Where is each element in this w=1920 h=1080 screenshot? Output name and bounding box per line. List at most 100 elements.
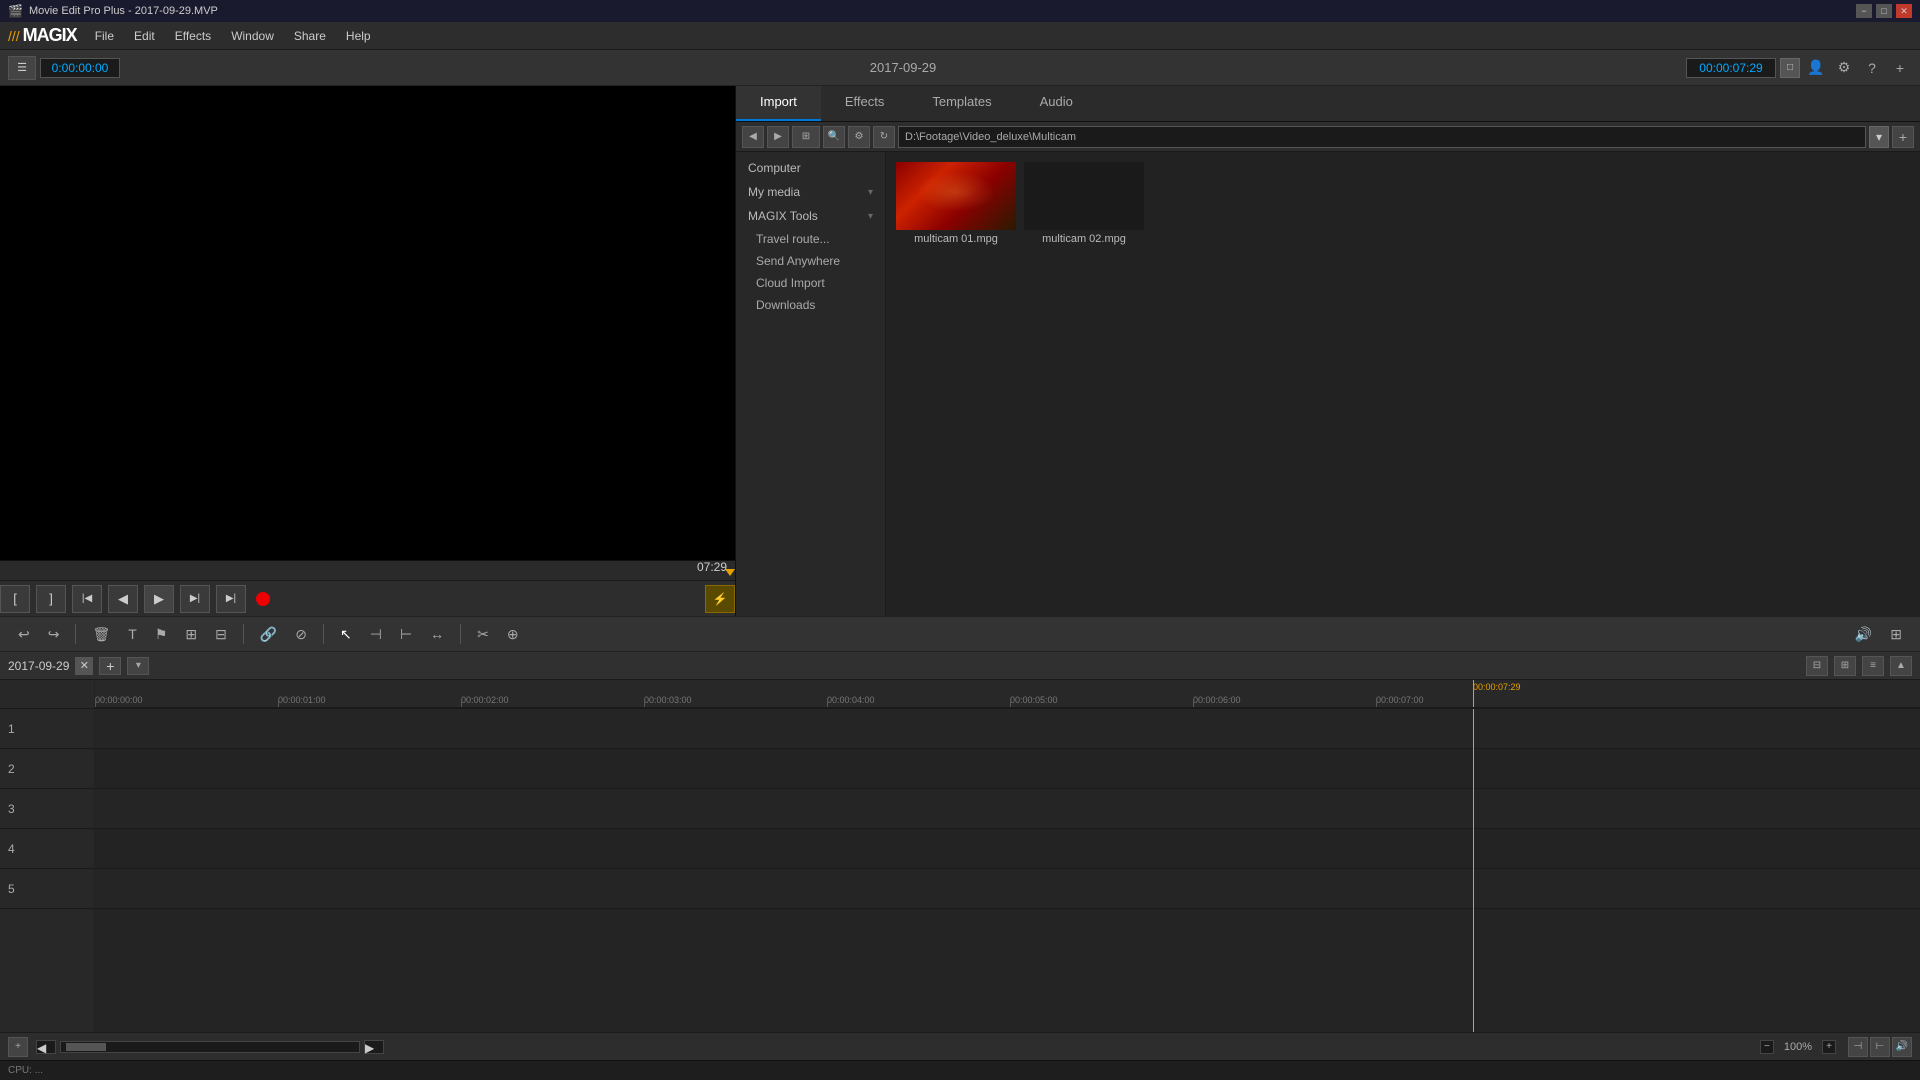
next-mark-button[interactable]: ▶| [216,585,246,613]
refresh-button[interactable]: ↻ [873,126,895,148]
tab-import[interactable]: Import [736,86,821,121]
toolbar-plus-btn[interactable]: + [1888,56,1912,80]
prev-mark-button[interactable]: |◀ [72,585,102,613]
volume-btn[interactable]: 🔊 [1849,621,1878,647]
maximize-preview-btn[interactable]: □ [1780,58,1800,78]
tl-view-btn-3[interactable]: ≡ [1862,656,1884,676]
timeline-ruler[interactable]: 00:00:00:00 00:00:01:00 00:00:02:00 00:0… [95,680,1920,708]
redo-button[interactable]: ↪ [42,621,66,647]
undo-button[interactable]: ↩ [12,621,36,647]
timeline-scrollbar[interactable] [60,1041,360,1053]
panel-tabs: Import Effects Templates Audio [736,86,1920,122]
main-content: 07:29 [ ] |◀ ◀ ▶ ▶| ▶| ⚡ Import Effects … [0,86,1920,616]
timeline-close-btn[interactable]: ✕ [75,657,93,675]
add-path-button[interactable]: + [1892,126,1914,148]
toolbar-settings-btn[interactable]: ⚙ [1832,56,1856,80]
boost-button[interactable]: ⚡ [705,585,735,613]
menu-effects[interactable]: Effects [165,26,221,46]
nav-travel-route[interactable]: Travel route... [736,228,885,250]
toolbar-help-btn[interactable]: ? [1860,56,1884,80]
fit-right-btn[interactable]: ⊢ [1870,1037,1890,1057]
tl-view-btn-4[interactable]: ▲ [1890,656,1912,676]
insert-tool[interactable]: ⊕ [501,621,525,647]
mark-out-button[interactable]: ] [36,585,66,613]
scrub-handle[interactable] [725,569,735,576]
track-row-5 [95,869,1920,909]
media-item-2[interactable]: multicam 02.mpg [1024,162,1144,245]
scroll-right-btn[interactable]: ▶ [364,1040,384,1054]
tab-effects[interactable]: Effects [821,86,909,121]
zoom-increase-btn[interactable]: + [1822,1040,1836,1054]
timeline-dropdown-btn[interactable]: ▾ [127,657,149,675]
volume-right-btn[interactable]: 🔊 [1892,1037,1912,1057]
menu-help[interactable]: Help [336,26,381,46]
move-tool[interactable]: ↔ [424,621,450,647]
tab-audio[interactable]: Audio [1016,86,1097,121]
zoom-decrease-btn[interactable]: − [1760,1040,1774,1054]
nav-forward-button[interactable]: ▶ [767,126,789,148]
nav-downloads[interactable]: Downloads [736,294,885,316]
magix-tools-arrow: ▾ [868,211,873,222]
close-button[interactable]: ✕ [1896,4,1912,18]
trim-tool[interactable]: ⊣ [364,621,388,647]
ruler-mark-0: 00:00:00:00 [95,695,143,705]
mark-in-button[interactable]: [ [0,585,30,613]
media-item-1[interactable]: multicam 01.mpg [896,162,1016,245]
nav-cloud-import[interactable]: Cloud Import [736,272,885,294]
timeline-header: 2017-09-29 ✕ + ▾ ⊟ ⊞ ≡ ▲ [0,652,1920,680]
path-input[interactable] [898,126,1866,148]
track-row-4 [95,829,1920,869]
view-toggle-button[interactable]: ⊞ [792,126,820,148]
nav-send-anywhere[interactable]: Send Anywhere [736,250,885,272]
playhead-time-label: 00:00:07:29 [1473,682,1521,692]
toolbar-profile-btn[interactable]: 👤 [1804,56,1828,80]
track-content[interactable] [95,709,1920,1032]
nav-magix-tools[interactable]: MAGIX Tools ▾ [736,204,885,228]
settings-button[interactable]: ⚙ [848,126,870,148]
nav-back-button[interactable]: ◀ [742,126,764,148]
minimize-button[interactable]: − [1856,4,1872,18]
search-button[interactable]: 🔍 [823,126,845,148]
track-row-1 [95,709,1920,749]
restore-button[interactable]: □ [1876,4,1892,18]
unlink-button[interactable]: ⊘ [289,621,313,647]
toolbar-menu-btn[interactable]: ☰ [8,56,36,80]
panel-toolbar: ◀ ▶ ⊞ 🔍 ⚙ ↻ ▾ + [736,122,1920,152]
menu-file[interactable]: File [85,26,124,46]
cut-tool[interactable]: ✂ [471,621,495,647]
timeline-add-btn[interactable]: + [99,657,121,675]
menu-edit[interactable]: Edit [124,26,165,46]
group-button[interactable]: ⊟ [209,621,233,647]
menu-share[interactable]: Share [284,26,336,46]
text-button[interactable]: T [122,621,143,647]
next-frame-button[interactable]: ▶| [180,585,210,613]
nav-computer[interactable]: Computer [736,156,885,180]
tl-view-btn-2[interactable]: ⊞ [1834,656,1856,676]
snap-button[interactable]: ⊞ [179,621,203,647]
link-button[interactable]: 🔗 [254,621,283,647]
ruler-mark-3: 00:00:03:00 [644,695,692,705]
split-tool[interactable]: ⊢ [394,621,418,647]
nav-my-media[interactable]: My media ▾ [736,180,885,204]
tl-view-btn-1[interactable]: ⊟ [1806,656,1828,676]
tab-templates[interactable]: Templates [908,86,1015,121]
ruler-mark-1: 00:00:01:00 [278,695,326,705]
fit-left-btn[interactable]: ⊣ [1848,1037,1868,1057]
scroll-left-btn[interactable]: ◀ [36,1040,56,1054]
track-label-2: 2 [0,749,94,789]
path-dropdown-button[interactable]: ▾ [1869,126,1889,148]
prev-frame-button[interactable]: ◀ [108,585,138,613]
ruler-mark-7: 00:00:07:00 [1376,695,1424,705]
preview-timebar[interactable]: 07:29 [0,560,735,580]
media-label-2: multicam 02.mpg [1042,233,1126,245]
play-button[interactable]: ▶ [144,585,174,613]
add-track-button[interactable]: + [8,1037,28,1057]
title-text: Movie Edit Pro Plus - 2017-09-29.MVP [29,5,218,17]
media-thumb-2 [1024,162,1144,230]
separator-1 [75,624,76,644]
select-tool[interactable]: ↖ [334,621,358,647]
delete-button[interactable]: 🗑 [86,621,116,647]
marker-button[interactable]: ⚑ [149,621,174,647]
grid-view-btn[interactable]: ⊞ [1884,621,1908,647]
menu-window[interactable]: Window [221,26,284,46]
